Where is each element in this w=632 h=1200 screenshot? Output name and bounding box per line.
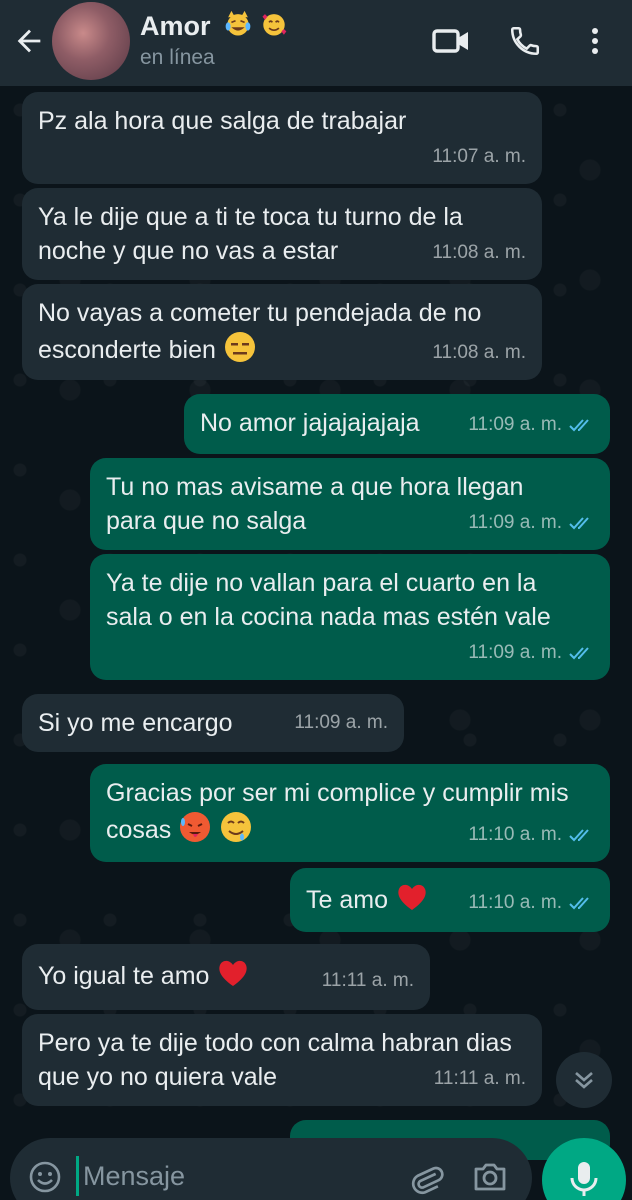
red-heart-emoji	[219, 960, 248, 986]
video-call-icon[interactable]	[432, 24, 470, 58]
hot-face-emoji	[180, 812, 211, 842]
message-timestamp: 11:10 a. m.	[468, 824, 562, 845]
message-text: Yo igual te amo	[38, 962, 210, 990]
message-bubble-outgoing[interactable]: Te amo 11:10 a. m.	[290, 868, 610, 932]
red-heart-emoji	[398, 884, 426, 910]
message-timestamp: 11:09 a. m.	[468, 512, 562, 533]
message-time: 11:08 a. m.	[432, 336, 526, 370]
message-time: 11:09 a. m.	[468, 636, 594, 670]
contact-avatar[interactable]	[52, 2, 130, 80]
message-bubble-outgoing[interactable]: No amor jajajajajaja 11:09 a. m.	[184, 394, 610, 454]
read-receipt-icon	[569, 647, 589, 660]
message-text: No vayas a cometer tu pendejada de no es…	[38, 299, 482, 364]
message-timestamp: 11:09 a. m.	[468, 642, 562, 663]
message-composer	[10, 1138, 532, 1200]
message-time: 11:10 a. m.	[468, 886, 594, 920]
back-arrow-icon[interactable]	[12, 24, 46, 58]
message-bubble-incoming[interactable]: Ya le dije que a ti te toca tu turno de …	[22, 188, 542, 280]
message-timestamp: 11:10 a. m.	[468, 892, 562, 913]
message-timestamp: 11:11 a. m.	[321, 970, 414, 991]
message-input[interactable]	[76, 1156, 396, 1196]
contact-status: en línea	[140, 46, 215, 69]
message-time: 11:11 a. m.	[322, 964, 414, 998]
double-chevron-down-icon	[575, 1072, 593, 1089]
message-time: 11:09 a. m.	[468, 408, 594, 442]
contact-name[interactable]: Amor	[140, 10, 288, 42]
phone-call-icon[interactable]	[506, 24, 544, 58]
message-time: 11:09 a. m.	[468, 506, 594, 540]
paperclip-icon[interactable]	[410, 1160, 444, 1198]
message-bubble-outgoing[interactable]: Ya te dije no vallan para el cuarto en l…	[90, 554, 610, 680]
message-bubble-incoming[interactable]: Pz ala hora que salga de trabajar 11:07 …	[22, 92, 542, 184]
chat-header: Amor en línea	[0, 0, 632, 86]
message-timestamp: 11:07 a. m.	[432, 146, 526, 167]
message-bubble-incoming[interactable]: Pero ya te dije todo con calma habran di…	[22, 1014, 542, 1106]
message-bubble-incoming[interactable]: Si yo me encargo 11:09 a. m.	[22, 694, 404, 752]
message-time: 11:09 a. m.	[294, 706, 388, 740]
message-text: No amor jajajajajaja	[200, 409, 420, 437]
read-receipt-icon	[569, 419, 589, 432]
read-receipt-icon	[569, 897, 589, 910]
message-bubble-outgoing[interactable]: Tu no mas avisame a que hora llegan para…	[90, 458, 610, 550]
emoji-picker-icon[interactable]	[28, 1160, 62, 1194]
message-timestamp: 11:09 a. m.	[294, 712, 388, 733]
message-time: 11:10 a. m.	[468, 818, 594, 852]
message-time: 11:08 a. m.	[432, 236, 526, 270]
message-timestamp: 11:11 a. m.	[433, 1068, 526, 1089]
message-time: 11:07 a. m.	[432, 140, 526, 174]
message-time: 11:11 a. m.	[434, 1062, 526, 1096]
expressionless-face-emoji	[224, 332, 255, 362]
contact-name-text: Amor	[140, 11, 211, 41]
microphone-icon	[570, 1162, 598, 1196]
message-text: Pz ala hora que salga de trabajar	[38, 107, 407, 135]
scroll-to-bottom-button[interactable]	[556, 1052, 612, 1108]
read-receipt-icon	[569, 517, 589, 530]
drooling-face-emoji	[221, 812, 252, 842]
message-bubble-outgoing[interactable]: Gracias por ser mi complice y cumplir mi…	[90, 764, 610, 862]
joy-cat-emoji	[225, 10, 251, 36]
read-receipt-icon	[569, 829, 589, 842]
message-bubble-incoming[interactable]: No vayas a cometer tu pendejada de no es…	[22, 284, 542, 380]
message-timestamp: 11:08 a. m.	[432, 242, 526, 263]
message-timestamp: 11:09 a. m.	[468, 414, 562, 435]
message-text: Te amo	[306, 886, 388, 914]
more-options-icon[interactable]	[584, 24, 606, 58]
camera-icon[interactable]	[472, 1160, 508, 1194]
message-bubble-incoming[interactable]: Yo igual te amo 11:11 a. m.	[22, 944, 430, 1010]
message-text: Si yo me encargo	[38, 709, 233, 737]
message-timestamp: 11:08 a. m.	[432, 342, 526, 363]
smiling-face-with-hearts-emoji	[262, 14, 286, 36]
message-text: Ya te dije no vallan para el cuarto en l…	[106, 569, 551, 631]
